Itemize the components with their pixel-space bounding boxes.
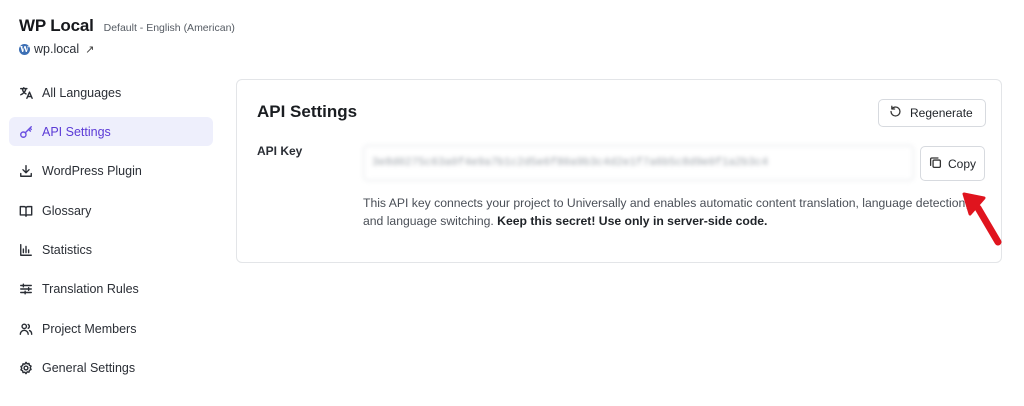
regenerate-button[interactable]: Regenerate: [878, 99, 986, 127]
copy-button[interactable]: Copy: [920, 146, 986, 181]
external-link-icon: ↗: [85, 43, 95, 56]
annotation-arrow-icon: [962, 192, 1002, 246]
sidebar-item-label: All Languages: [42, 85, 122, 100]
site-title: WP Local: [19, 16, 94, 35]
locale-label: Default - English (American): [103, 22, 235, 34]
regenerate-label: Regenerate: [910, 106, 973, 120]
copy-label: Copy: [948, 156, 977, 171]
api-key-field[interactable]: [363, 145, 914, 181]
sidebar-item-statistics[interactable]: Statistics: [9, 236, 213, 265]
refresh-icon: [889, 105, 902, 121]
sidebar-item-translation-rules[interactable]: Translation Rules: [9, 275, 213, 304]
bar-chart-icon: [19, 243, 33, 257]
help-text-warning: Keep this secret! Use only in server-sid…: [497, 214, 768, 228]
api-key-label: API Key: [257, 144, 303, 158]
sidebar-nav: All Languages API Settings WordPress Plu…: [9, 78, 213, 393]
sidebar-item-label: Glossary: [42, 203, 92, 218]
sidebar-item-label: Translation Rules: [42, 282, 139, 297]
sidebar-item-project-members[interactable]: Project Members: [9, 314, 213, 343]
app-root: WP Local Default - English (American) W …: [0, 0, 1024, 406]
sidebar-item-label: API Settings: [42, 124, 111, 139]
sidebar-item-wordpress-plugin[interactable]: WordPress Plugin: [9, 157, 213, 186]
download-icon: [19, 164, 33, 178]
translate-icon: [19, 86, 33, 100]
key-icon: [19, 125, 33, 139]
card-title: API Settings: [257, 102, 358, 121]
site-title-row: WP Local Default - English (American): [19, 16, 235, 36]
api-key-help-text: This API key connects your project to Un…: [363, 194, 983, 230]
book-icon: [19, 204, 33, 218]
sidebar-item-glossary[interactable]: Glossary: [9, 196, 213, 225]
wordpress-icon: W: [19, 43, 30, 55]
sidebar-item-label: WordPress Plugin: [42, 164, 142, 179]
copy-icon: [929, 156, 942, 172]
sidebar-item-label: General Settings: [42, 361, 136, 376]
sidebar-item-general-settings[interactable]: General Settings: [9, 354, 213, 383]
sliders-icon: [19, 282, 33, 296]
site-header: WP Local Default - English (American) W …: [19, 16, 235, 56]
sidebar-item-api-settings[interactable]: API Settings: [9, 117, 213, 147]
site-url-link[interactable]: W wp.local ↗: [19, 42, 235, 56]
sidebar-item-label: Statistics: [42, 243, 93, 258]
sidebar-item-label: Project Members: [42, 321, 137, 336]
site-url-text: wp.local: [34, 42, 80, 56]
users-icon: [19, 322, 33, 336]
gear-icon: [19, 361, 33, 375]
api-settings-card: API Settings Regenerate API Key Copy Thi…: [236, 79, 1002, 263]
sidebar-item-all-languages[interactable]: All Languages: [9, 78, 213, 107]
